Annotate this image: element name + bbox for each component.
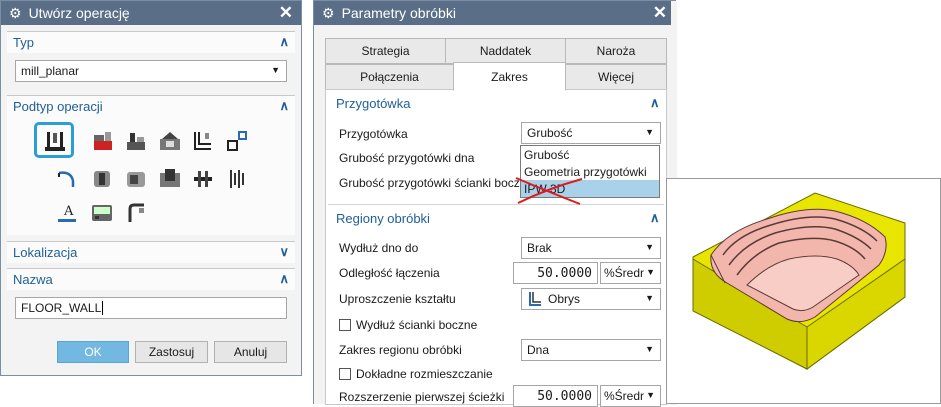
dropdown-arrow-icon: ▼: [645, 344, 654, 354]
dialog1-title: Utwórz operację: [28, 5, 130, 21]
floor-blank-thickness-label: Grubość przygotówki dna: [339, 151, 475, 165]
strike-through-mark: [515, 177, 583, 205]
dropdown-option-thickness[interactable]: Grubość: [521, 146, 659, 163]
extend-floor-value: Brak: [527, 241, 552, 255]
wall-blank-thickness-label: Grubość przygotówki ścianki boczn: [339, 176, 527, 190]
part-3d-preview: [666, 178, 941, 404]
chevron-up-icon[interactable]: ∧: [279, 98, 289, 114]
dialog1-titlebar: ⚙ Utwórz operację ✕: [1, 1, 301, 25]
name-section-header[interactable]: Nazwa ∧: [7, 268, 295, 290]
mill-user-icon[interactable]: [124, 201, 148, 225]
simplify-shape-label: Uproszczenie kształtu: [339, 292, 456, 306]
name-input[interactable]: FLOOR_WALL: [15, 297, 287, 319]
dropdown-arrow-icon: ▼: [271, 65, 280, 75]
type-select-value: mill_planar: [21, 64, 80, 78]
first-path-extension-label: Rozszerzenie pierwszej ścieżki: [339, 390, 505, 404]
blank-field-label: Przygotówka: [339, 127, 408, 141]
chevron-down-icon[interactable]: ∨: [279, 244, 289, 260]
thread-milling-icon[interactable]: [225, 167, 249, 191]
area-face-icon[interactable]: [158, 129, 182, 153]
precise-placement-checkbox[interactable]: [339, 368, 351, 380]
finish-floor-icon[interactable]: [124, 167, 148, 191]
planar-profile-icon[interactable]: [225, 129, 249, 153]
chevron-up-icon[interactable]: ∧: [279, 271, 289, 287]
simplify-shape-value: Obrys: [548, 292, 581, 306]
dropdown-arrow-icon: ▼: [646, 390, 655, 400]
tab-connections[interactable]: Połączenia: [325, 64, 454, 90]
apply-button[interactable]: Zastosuj: [135, 341, 208, 363]
extend-floor-select[interactable]: Brak ▼: [521, 237, 661, 259]
merge-distance-unit-select[interactable]: %Średr ▼: [600, 262, 661, 284]
precise-placement-label: Dokładne rozmieszczanie: [356, 367, 493, 381]
simplify-shape-select[interactable]: Obrys ▼: [521, 288, 661, 310]
dropdown-arrow-icon: ▼: [645, 242, 654, 252]
type-select[interactable]: mill_planar ▼: [15, 60, 287, 82]
create-operation-dialog: ⚙ Utwórz operację ✕ Typ ∧ mill_planar ▼ …: [0, 0, 302, 376]
tab-strategy[interactable]: Strategia: [325, 38, 446, 64]
planar-text-icon[interactable]: A: [55, 201, 79, 225]
region-extent-label: Zakres regionu obróbki: [339, 343, 462, 357]
mill-control-icon[interactable]: [90, 201, 114, 225]
name-section-label: Nazwa: [13, 272, 53, 287]
groove-milling-icon[interactable]: [158, 167, 182, 191]
tab-corners[interactable]: Naroża: [565, 38, 667, 64]
merge-distance-label: Odległość łączenia: [339, 266, 440, 280]
merge-distance-unit: %Średr: [604, 266, 645, 280]
floor-wall-ipw-icon[interactable]: [91, 129, 115, 153]
machining-parameters-dialog: ⚙ Parametry obróbki ✕ Strategia Naddatek…: [313, 0, 677, 407]
blank-section-label[interactable]: Przygotówka: [336, 96, 410, 111]
cleanup-corners-icon[interactable]: [55, 167, 79, 191]
chevron-up-icon[interactable]: ∧: [650, 95, 660, 111]
hole-milling-icon[interactable]: [191, 167, 215, 191]
cancel-button[interactable]: Anuluj: [214, 341, 287, 363]
tab-more[interactable]: Więcej: [565, 64, 667, 90]
subtype-section-label: Podtyp operacji: [13, 99, 103, 114]
dialog2-title: Parametry obróbki: [341, 5, 456, 21]
gear-icon: ⚙: [9, 4, 22, 21]
tab-stock[interactable]: Naddatek: [445, 38, 566, 64]
type-section-label: Typ: [13, 35, 34, 50]
gear-icon: ⚙: [322, 4, 335, 21]
tab-range[interactable]: Zakres: [453, 62, 566, 91]
dropdown-arrow-icon: ▼: [646, 267, 655, 277]
chevron-up-icon[interactable]: ∧: [279, 34, 289, 50]
region-extent-select[interactable]: Dna ▼: [521, 339, 661, 361]
svg-text:A: A: [63, 204, 74, 219]
ok-button[interactable]: OK: [57, 341, 129, 363]
finish-walls-icon[interactable]: [90, 167, 114, 191]
section-divider: [328, 204, 664, 205]
dropdown-arrow-icon: ▼: [645, 127, 654, 137]
extend-walls-label: Wydłuż ścianki boczne: [356, 318, 478, 332]
close-icon[interactable]: ✕: [653, 3, 667, 23]
location-section-header[interactable]: Lokalizacja ∨: [7, 241, 295, 263]
dropdown-arrow-icon: ▼: [645, 293, 654, 303]
extend-floor-label: Wydłuż dno do: [339, 241, 419, 255]
chevron-up-icon[interactable]: ∧: [650, 210, 660, 226]
blank-select-value: Grubość: [527, 126, 573, 140]
name-input-value: FLOOR_WALL: [21, 301, 102, 315]
location-section-label: Lokalizacja: [13, 245, 78, 260]
regions-section-label[interactable]: Regiony obróbki: [336, 211, 430, 226]
floor-wall-icon[interactable]: [43, 129, 67, 153]
close-icon[interactable]: ✕: [279, 3, 293, 23]
outline-icon: [528, 291, 542, 307]
first-path-extension-unit: %Średr: [604, 389, 645, 403]
merge-distance-input[interactable]: 50.0000: [513, 262, 598, 284]
subtype-section-header[interactable]: Podtyp operacji ∧: [7, 95, 295, 117]
dialog2-titlebar: ⚙ Parametry obróbki ✕: [314, 1, 675, 25]
region-extent-value: Dna: [527, 343, 550, 357]
face-milling-icon[interactable]: [124, 129, 148, 153]
extend-walls-checkbox[interactable]: [339, 319, 351, 331]
type-section-header[interactable]: Typ ∧: [7, 31, 295, 53]
blank-select[interactable]: Grubość ▼: [521, 122, 661, 144]
planar-contour-icon[interactable]: [191, 129, 215, 153]
text-caret: [102, 301, 104, 315]
